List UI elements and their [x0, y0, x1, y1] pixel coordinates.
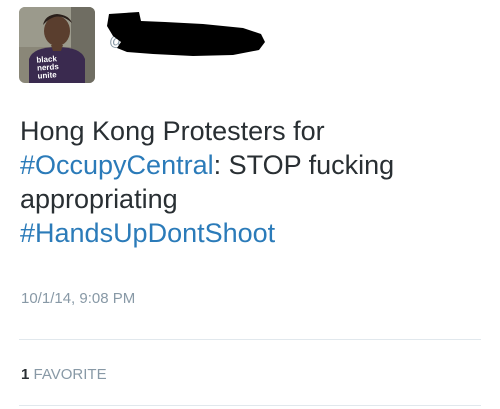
favorites-stat[interactable]: 1 FAVORITE [21, 366, 107, 383]
tweet-timestamp[interactable]: 10/1/14, 9:08 PM [21, 290, 135, 307]
tweet-line: #HandsUpDontShoot [20, 216, 480, 250]
tweet-line: #OccupyCentral: STOP fucking [20, 148, 480, 182]
hashtag-link-handsupdontshoot[interactable]: #HandsUpDontShoot [20, 218, 275, 248]
tweet-line: Hong Kong Protesters for [20, 116, 325, 146]
avatar-shirt-text: black nerds unite [36, 53, 84, 80]
favorite-label: FAVORITE [33, 366, 107, 383]
favorite-count: 1 [21, 366, 30, 383]
name-redaction [103, 8, 268, 60]
tweet-line: appropriating [20, 184, 178, 214]
divider [19, 339, 481, 340]
tweet-text: Hong Kong Protesters for #OccupyCentral:… [20, 114, 480, 250]
divider [19, 405, 481, 406]
avatar[interactable]: black nerds unite [19, 7, 95, 83]
tweet-text-segment: : STOP fucking [213, 150, 395, 180]
hashtag-link-occupycentral[interactable]: #OccupyCentral [20, 150, 214, 180]
